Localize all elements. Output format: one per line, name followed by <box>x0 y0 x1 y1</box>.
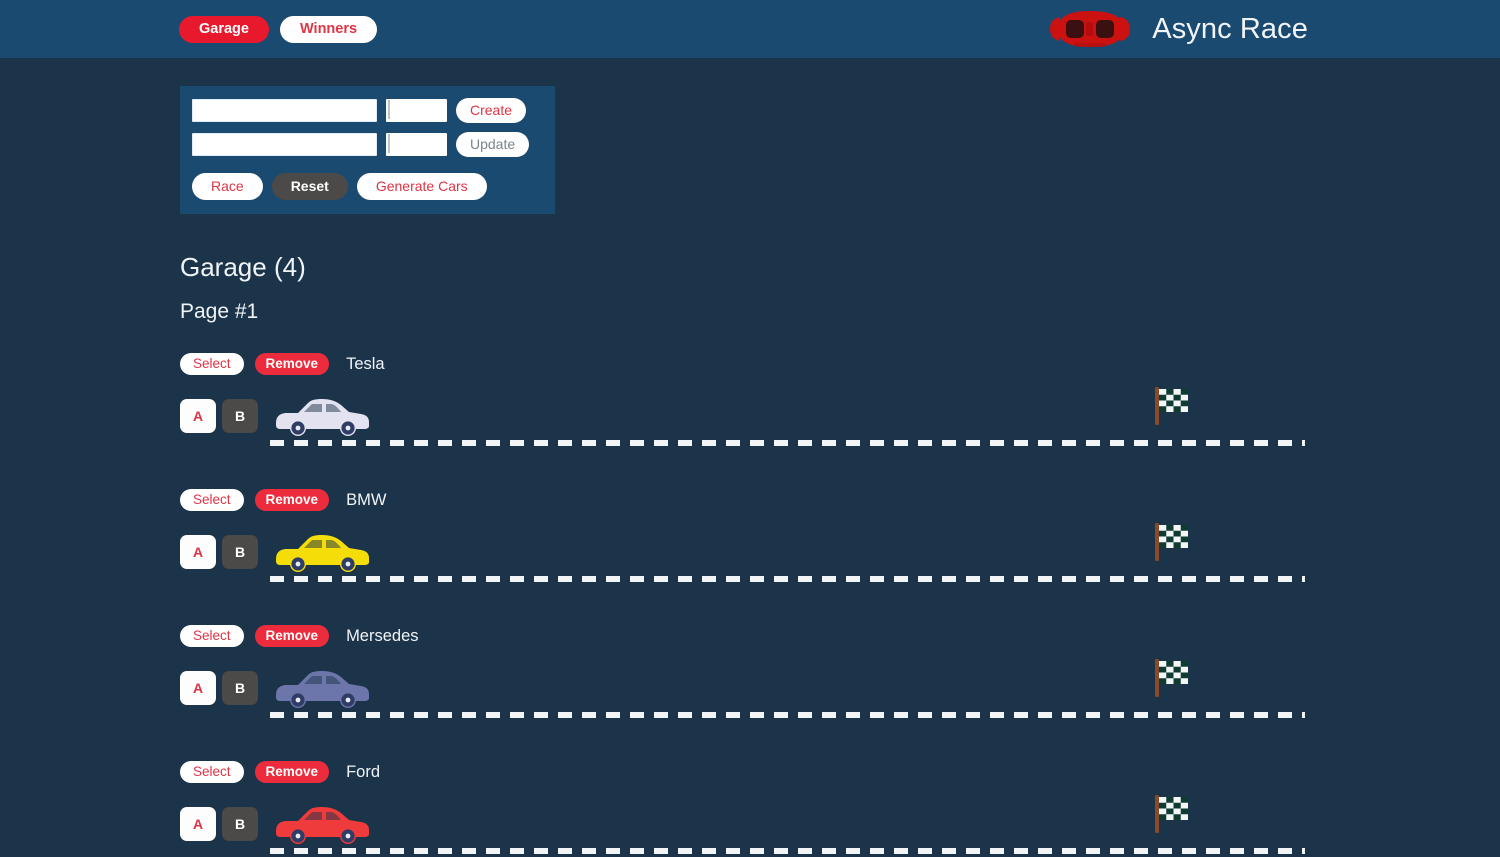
race-actions-row: Race Reset Generate Cars <box>180 173 555 200</box>
car-header: Select Remove BMW <box>0 488 1500 512</box>
car-item-bmw: Select Remove BMW A B <box>0 488 1500 624</box>
update-color-picker[interactable] <box>386 133 447 156</box>
car-item-tesla: Select Remove Tesla A B <box>0 352 1500 488</box>
race-road <box>270 712 1305 718</box>
start-engine-button[interactable]: A <box>180 399 216 433</box>
car-track: A B <box>0 523 1500 582</box>
car-item-ford: Select Remove Ford A B <box>0 760 1500 857</box>
checkered-flag-icon <box>1155 659 1188 697</box>
create-name-input[interactable] <box>192 99 377 122</box>
stop-engine-button[interactable]: B <box>222 671 258 705</box>
remove-car-button[interactable]: Remove <box>254 353 330 375</box>
car-track: A B <box>0 387 1500 446</box>
engine-controls: A B <box>180 535 258 569</box>
main-navigation: Garage Winners <box>179 15 378 43</box>
select-car-button[interactable]: Select <box>180 625 244 647</box>
brand: Async Race <box>1044 0 1308 58</box>
car-name-label: Mersedes <box>346 626 419 645</box>
engine-controls: A B <box>180 399 258 433</box>
car-header: Select Remove Mersedes <box>0 624 1500 648</box>
car-item-mersedes: Select Remove Mersedes A B <box>0 624 1500 760</box>
car-name-label: Ford <box>346 762 380 781</box>
car-side-view-icon <box>276 807 369 844</box>
reset-button[interactable]: Reset <box>271 173 348 200</box>
create-color-picker[interactable] <box>386 99 447 122</box>
control-panel: Create Update Race Reset Generate Cars <box>180 86 555 214</box>
stop-engine-button[interactable]: B <box>222 807 258 841</box>
nav-tab-garage[interactable]: Garage <box>179 15 269 43</box>
engine-controls: A B <box>180 807 258 841</box>
car-side-view-icon <box>276 535 369 572</box>
checkered-flag-icon <box>1155 523 1188 561</box>
checkered-flag-icon <box>1155 387 1188 425</box>
race-button[interactable]: Race <box>192 173 263 200</box>
start-engine-button[interactable]: A <box>180 671 216 705</box>
car-side-view-icon <box>276 671 369 708</box>
update-car-row: Update <box>180 132 555 157</box>
remove-car-button[interactable]: Remove <box>254 761 330 783</box>
update-color-swatch <box>388 134 390 153</box>
nav-tab-winners[interactable]: Winners <box>279 15 378 43</box>
stop-engine-button[interactable]: B <box>222 399 258 433</box>
car-side-view-icon <box>276 399 369 436</box>
start-engine-button[interactable]: A <box>180 535 216 569</box>
brand-title: Async Race <box>1152 12 1308 45</box>
create-button[interactable]: Create <box>456 98 527 123</box>
create-color-swatch <box>388 100 390 119</box>
engine-controls: A B <box>180 671 258 705</box>
create-car-row: Create <box>180 98 555 123</box>
select-car-button[interactable]: Select <box>180 489 244 511</box>
update-button[interactable]: Update <box>456 132 530 157</box>
car-track: A B <box>0 659 1500 718</box>
select-car-button[interactable]: Select <box>180 353 244 375</box>
remove-car-button[interactable]: Remove <box>254 625 330 647</box>
car-top-view-icon <box>1050 11 1131 47</box>
car-name-label: BMW <box>346 490 387 509</box>
checkered-flag-icon <box>1155 795 1188 833</box>
generate-cars-button[interactable]: Generate Cars <box>356 173 487 200</box>
race-road <box>270 440 1305 446</box>
race-road <box>270 848 1305 854</box>
race-road <box>270 576 1305 582</box>
car-header: Select Remove Ford <box>0 760 1500 784</box>
remove-car-button[interactable]: Remove <box>254 489 330 511</box>
stop-engine-button[interactable]: B <box>222 535 258 569</box>
garage-title: Garage (4) <box>180 252 306 282</box>
start-engine-button[interactable]: A <box>180 807 216 841</box>
car-list: Select Remove Tesla A B Select Remove BM… <box>0 352 1500 857</box>
car-name-label: Tesla <box>346 354 385 373</box>
car-header: Select Remove Tesla <box>0 352 1500 376</box>
update-name-input[interactable] <box>192 133 377 156</box>
car-track: A B <box>0 795 1500 854</box>
select-car-button[interactable]: Select <box>180 761 244 783</box>
page-number-label: Page #1 <box>180 300 259 323</box>
app-header: Garage Winners Async Race <box>0 0 1500 58</box>
